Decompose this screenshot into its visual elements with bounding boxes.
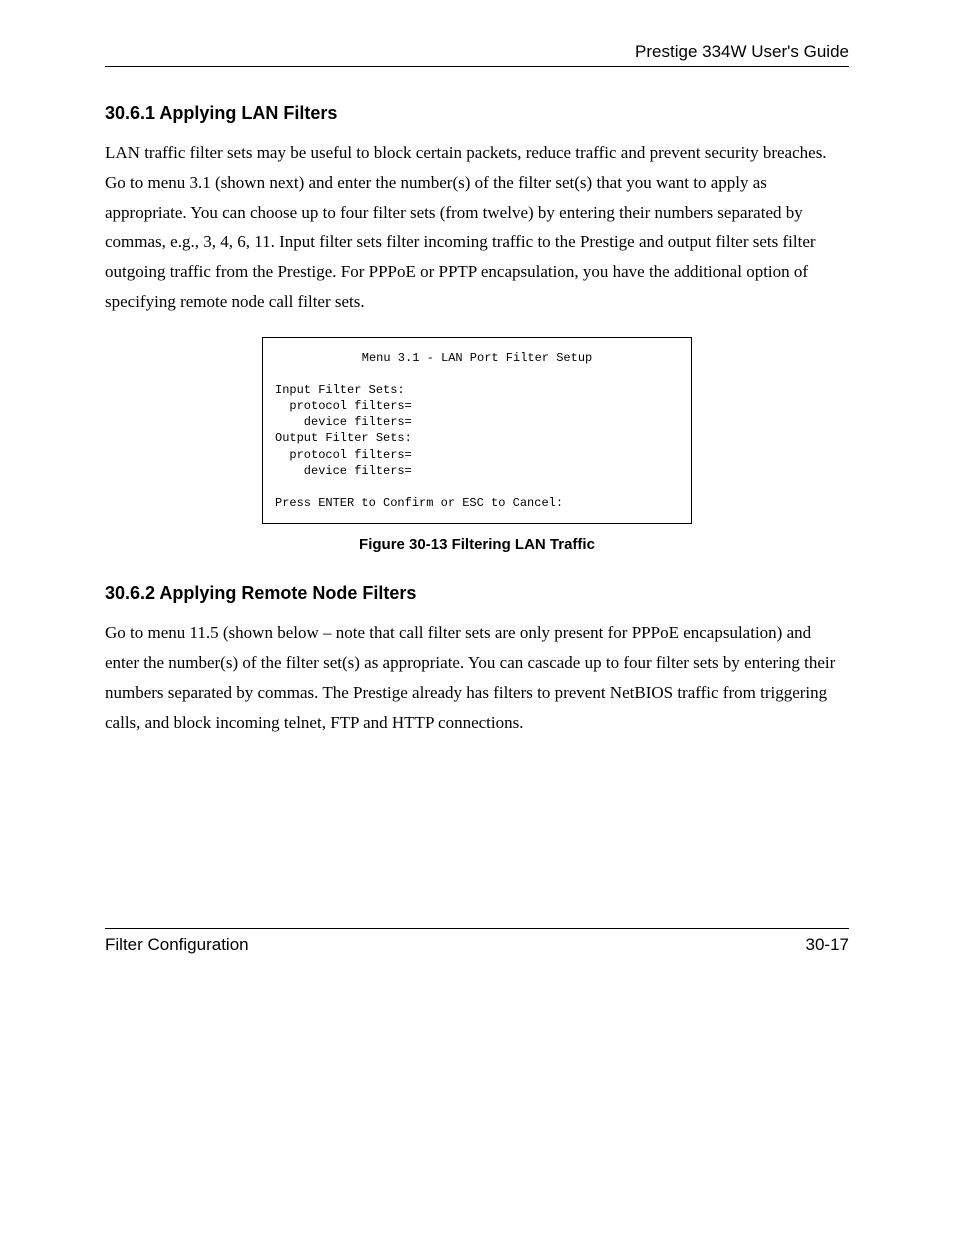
footer-right: 30-17 — [806, 935, 849, 955]
menu-line: Press ENTER to Confirm or ESC to Cancel: — [275, 495, 679, 511]
menu-line: protocol filters= — [275, 398, 679, 414]
menu-title: Menu 3.1 - LAN Port Filter Setup — [275, 350, 679, 366]
menu-line: Input Filter Sets: — [275, 382, 679, 398]
section-body-1: LAN traffic filter sets may be useful to… — [105, 138, 849, 317]
section-heading-2: 30.6.2 Applying Remote Node Filters — [105, 583, 849, 604]
figure-caption: Figure 30-13 Filtering LAN Traffic — [105, 536, 849, 553]
footer-left: Filter Configuration — [105, 935, 249, 955]
page-header: Prestige 334W User's Guide — [105, 42, 849, 67]
guide-title: Prestige 334W User's Guide — [635, 42, 849, 61]
menu-line: protocol filters= — [275, 447, 679, 463]
menu-screenshot-box: Menu 3.1 - LAN Port Filter Setup Input F… — [262, 337, 692, 525]
menu-line: device filters= — [275, 414, 679, 430]
document-page: Prestige 334W User's Guide 30.6.1 Applyi… — [0, 0, 954, 1235]
menu-line: device filters= — [275, 463, 679, 479]
menu-line: Output Filter Sets: — [275, 430, 679, 446]
section-body-2: Go to menu 11.5 (shown below – note that… — [105, 618, 849, 737]
page-footer: Filter Configuration 30-17 — [105, 928, 849, 955]
section-heading-1: 30.6.1 Applying LAN Filters — [105, 103, 849, 124]
